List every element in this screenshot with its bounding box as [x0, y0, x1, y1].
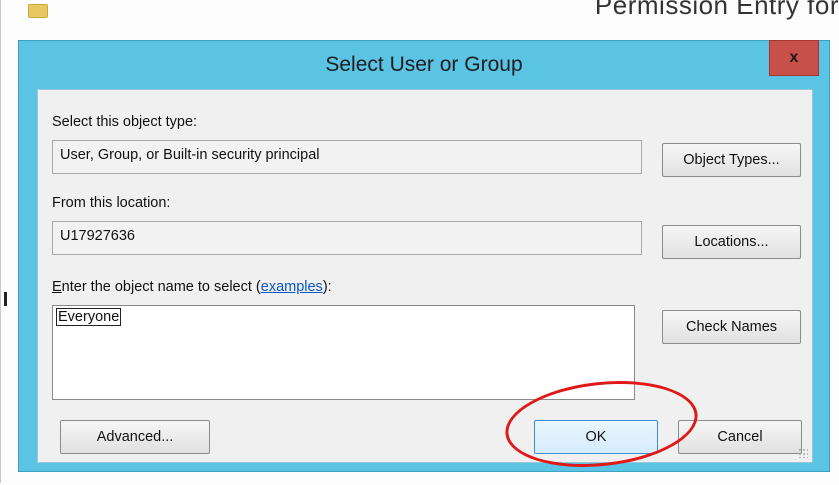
cancel-button[interactable]: Cancel [678, 420, 802, 454]
dialog-titlebar[interactable]: Select User or Group x [19, 40, 829, 91]
location-label: From this location: [52, 195, 171, 211]
location-field: U17927636 [52, 221, 642, 255]
background-window-edge [0, 0, 1, 483]
object-name-value: Everyone [56, 308, 122, 326]
examples-link[interactable]: examples [261, 279, 323, 295]
check-names-button[interactable]: Check Names [662, 310, 801, 344]
locations-button[interactable]: Locations... [662, 225, 801, 259]
dialog-client-area: Select this object type: User, Group, or… [37, 89, 813, 463]
object-type-field: User, Group, or Built-in security princi… [52, 140, 642, 174]
advanced-button[interactable]: Advanced... [60, 420, 210, 454]
object-types-button[interactable]: Object Types... [662, 143, 801, 177]
object-name-label-suffix: ): [322, 279, 332, 295]
object-name-input[interactable]: Everyone [52, 305, 635, 400]
close-button[interactable]: x [769, 40, 819, 76]
object-name-label-accesskey: E [52, 279, 62, 295]
background-window-title: Permission Entry for [594, 0, 839, 20]
object-type-label: Select this object type: [52, 114, 198, 130]
dialog-title: Select User or Group [325, 53, 523, 76]
folder-icon [28, 4, 48, 18]
close-icon: x [789, 49, 799, 66]
select-user-or-group-dialog: Select User or Group x Select this objec… [18, 40, 830, 472]
object-name-label-text: nter the object name to select ( [61, 279, 261, 295]
background-mark [4, 292, 7, 306]
object-name-label: Enter the object name to select (example… [52, 279, 332, 295]
resize-grip-icon[interactable] [798, 448, 808, 458]
